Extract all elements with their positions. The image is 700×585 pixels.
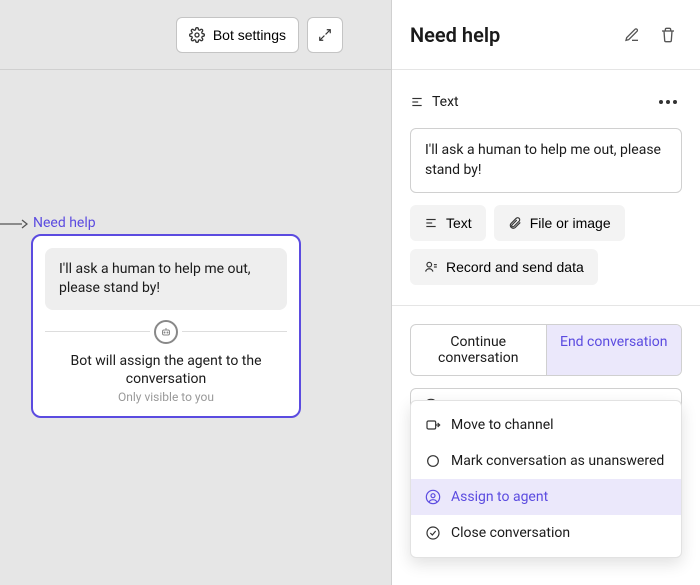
add-file-label: File or image (530, 215, 611, 231)
node-message-bubble: I'll ask a human to help me out, please … (45, 248, 287, 310)
end-action-dropdown: Move to channel Mark conversation as una… (410, 400, 682, 558)
panel-divider (392, 305, 700, 306)
delete-button[interactable] (654, 21, 682, 49)
end-conversation-tab[interactable]: End conversation (546, 325, 682, 375)
edit-button[interactable] (618, 21, 646, 49)
circle-icon (425, 453, 441, 469)
check-circle-icon (425, 525, 441, 541)
side-panel: Need help Text I (392, 0, 700, 585)
node-visibility-hint: Only visible to you (45, 390, 287, 404)
add-record-label: Record and send data (446, 259, 584, 275)
trash-icon (660, 27, 676, 43)
dropdown-item-mark-unanswered[interactable]: Mark conversation as unanswered (411, 443, 681, 479)
block-more-button[interactable] (654, 88, 682, 116)
gear-icon (189, 27, 205, 43)
add-text-label: Text (446, 215, 472, 231)
text-lines-icon (424, 216, 438, 230)
pencil-icon (624, 27, 640, 43)
panel-title: Need help (410, 23, 610, 47)
dropdown-label: Mark conversation as unanswered (451, 453, 664, 469)
expand-button[interactable] (307, 17, 343, 53)
dropdown-label: Close conversation (451, 525, 570, 541)
record-data-icon (424, 260, 438, 274)
node-action-text: Bot will assign the agent to the convers… (45, 352, 287, 388)
message-text-input[interactable]: I'll ask a human to help me out, please … (410, 128, 682, 193)
bot-icon (154, 320, 178, 344)
add-record-button[interactable]: Record and send data (410, 249, 598, 285)
flow-node[interactable]: I'll ask a human to help me out, please … (31, 234, 301, 418)
add-text-button[interactable]: Text (410, 205, 486, 241)
block-type-label: Text (432, 94, 654, 110)
expand-icon (318, 28, 332, 42)
panel-header: Need help (392, 0, 700, 70)
dropdown-label: Move to channel (451, 417, 554, 433)
text-block-header: Text (410, 88, 682, 116)
user-circle-icon (425, 489, 441, 505)
paperclip-icon (508, 216, 522, 230)
conversation-mode-toggle: Continue conversation End conversation (410, 324, 682, 376)
dropdown-item-assign-agent[interactable]: Assign to agent (411, 479, 681, 515)
node-divider (45, 320, 287, 344)
dropdown-item-close-conversation[interactable]: Close conversation (411, 515, 681, 551)
dropdown-label: Assign to agent (451, 489, 548, 505)
bot-settings-button[interactable]: Bot settings (176, 17, 299, 53)
move-channel-icon (425, 417, 441, 433)
connector-arrow-icon (0, 218, 28, 230)
continue-conversation-tab[interactable]: Continue conversation (411, 325, 546, 375)
flow-canvas[interactable]: Bot settings Need help I'll ask a human … (0, 0, 392, 585)
add-file-button[interactable]: File or image (494, 205, 625, 241)
dropdown-item-move-to-channel[interactable]: Move to channel (411, 407, 681, 443)
canvas-toolbar: Bot settings (0, 0, 391, 70)
node-title[interactable]: Need help (33, 215, 96, 231)
text-lines-icon (410, 95, 424, 109)
bot-settings-label: Bot settings (213, 27, 286, 43)
